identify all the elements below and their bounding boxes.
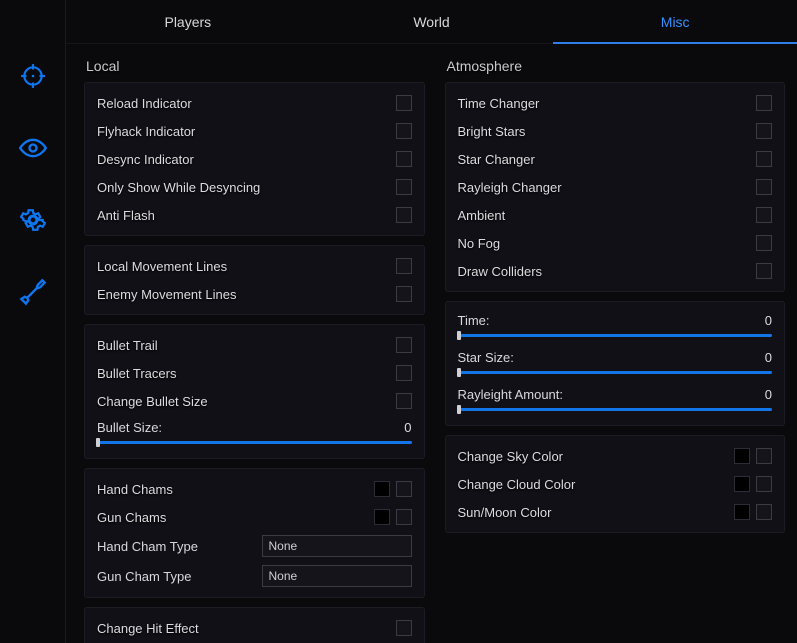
checkbox-change-hit-effect[interactable] <box>396 620 412 636</box>
label-change-bullet-size: Change Bullet Size <box>97 394 208 409</box>
checkbox-bullet-trail[interactable] <box>396 337 412 353</box>
checkbox-enemy-movement[interactable] <box>396 286 412 302</box>
label-bullet-trail: Bullet Trail <box>97 338 158 353</box>
panel-title-local: Local <box>84 54 425 82</box>
label-sun-moon-color: Sun/Moon Color <box>458 505 552 520</box>
label-reload-indicator: Reload Indicator <box>97 96 192 111</box>
sidebar <box>0 0 66 643</box>
label-cloud-color: Change Cloud Color <box>458 477 576 492</box>
label-anti-flash: Anti Flash <box>97 208 155 223</box>
label-hand-chams: Hand Chams <box>97 482 173 497</box>
slider-star-size[interactable] <box>458 371 773 374</box>
slider-time[interactable] <box>458 334 773 337</box>
label-desync-indicator: Desync Indicator <box>97 152 194 167</box>
group-bullets: Bullet Trail Bullet Tracers Change Bulle… <box>84 324 425 459</box>
color-gun-chams[interactable] <box>374 509 390 525</box>
group-local-indicators: Reload Indicator Flyhack Indicator Desyn… <box>84 82 425 236</box>
color-cloud[interactable] <box>734 476 750 492</box>
color-sky[interactable] <box>734 448 750 464</box>
checkbox-bright-stars[interactable] <box>756 123 772 139</box>
checkbox-reload-indicator[interactable] <box>396 95 412 111</box>
label-local-movement: Local Movement Lines <box>97 259 227 274</box>
checkbox-no-fog[interactable] <box>756 235 772 251</box>
panel-title-atmosphere: Atmosphere <box>445 54 786 82</box>
label-rayleight-amount: Rayleight Amount: <box>458 387 564 402</box>
checkbox-flyhack-indicator[interactable] <box>396 123 412 139</box>
checkbox-rayleigh-changer[interactable] <box>756 179 772 195</box>
checkbox-sky-color[interactable] <box>756 448 772 464</box>
group-movement-lines: Local Movement Lines Enemy Movement Line… <box>84 245 425 315</box>
label-draw-colliders: Draw Colliders <box>458 264 543 279</box>
value-bullet-size: 0 <box>404 420 411 435</box>
gear-icon[interactable] <box>19 206 47 234</box>
label-bullet-size: Bullet Size: <box>97 420 162 435</box>
select-gun-cham-type[interactable]: None <box>262 565 412 587</box>
label-flyhack-indicator: Flyhack Indicator <box>97 124 195 139</box>
crosshair-icon[interactable] <box>19 62 47 90</box>
checkbox-cloud-color[interactable] <box>756 476 772 492</box>
label-star-changer: Star Changer <box>458 152 535 167</box>
slider-bullet-size[interactable] <box>97 441 412 444</box>
value-rayleight-amount: 0 <box>765 387 772 402</box>
value-star-size: 0 <box>765 350 772 365</box>
label-gun-chams: Gun Chams <box>97 510 166 525</box>
group-chams: Hand Chams Gun Chams Hand Cham Type None… <box>84 468 425 598</box>
tabs: Players World Misc <box>66 0 797 44</box>
label-star-size: Star Size: <box>458 350 514 365</box>
label-no-fog: No Fog <box>458 236 501 251</box>
label-enemy-movement: Enemy Movement Lines <box>97 287 236 302</box>
value-time: 0 <box>765 313 772 328</box>
slider-rayleight-amount[interactable] <box>458 408 773 411</box>
color-hand-chams[interactable] <box>374 481 390 497</box>
label-time: Time: <box>458 313 490 328</box>
select-hand-cham-type[interactable]: None <box>262 535 412 557</box>
group-hit-effect: Change Hit Effect Hit Effect: None <box>84 607 425 643</box>
checkbox-bullet-tracers[interactable] <box>396 365 412 381</box>
checkbox-only-desyncing[interactable] <box>396 179 412 195</box>
checkbox-star-changer[interactable] <box>756 151 772 167</box>
label-bright-stars: Bright Stars <box>458 124 526 139</box>
checkbox-desync-indicator[interactable] <box>396 151 412 167</box>
rifle-icon[interactable] <box>19 278 47 306</box>
checkbox-time-changer[interactable] <box>756 95 772 111</box>
label-only-desyncing: Only Show While Desyncing <box>97 180 260 195</box>
checkbox-draw-colliders[interactable] <box>756 263 772 279</box>
checkbox-local-movement[interactable] <box>396 258 412 274</box>
checkbox-ambient[interactable] <box>756 207 772 223</box>
label-time-changer: Time Changer <box>458 96 540 111</box>
checkbox-sun-moon-color[interactable] <box>756 504 772 520</box>
checkbox-change-bullet-size[interactable] <box>396 393 412 409</box>
tab-world[interactable]: World <box>310 0 554 43</box>
label-bullet-tracers: Bullet Tracers <box>97 366 176 381</box>
checkbox-anti-flash[interactable] <box>396 207 412 223</box>
tab-misc[interactable]: Misc <box>553 0 797 43</box>
eye-icon[interactable] <box>19 134 47 162</box>
label-hand-cham-type: Hand Cham Type <box>97 539 198 554</box>
label-ambient: Ambient <box>458 208 506 223</box>
checkbox-gun-chams[interactable] <box>396 509 412 525</box>
tab-players[interactable]: Players <box>66 0 310 43</box>
group-atmosphere-sliders: Time: 0 Star Size: 0 R <box>445 301 786 426</box>
label-change-hit-effect: Change Hit Effect <box>97 621 199 636</box>
group-colors: Change Sky Color Change Cloud Color Sun/… <box>445 435 786 533</box>
label-rayleigh-changer: Rayleigh Changer <box>458 180 562 195</box>
label-sky-color: Change Sky Color <box>458 449 564 464</box>
label-gun-cham-type: Gun Cham Type <box>97 569 191 584</box>
color-sun-moon[interactable] <box>734 504 750 520</box>
group-atmosphere: Time Changer Bright Stars Star Changer R… <box>445 82 786 292</box>
checkbox-hand-chams[interactable] <box>396 481 412 497</box>
